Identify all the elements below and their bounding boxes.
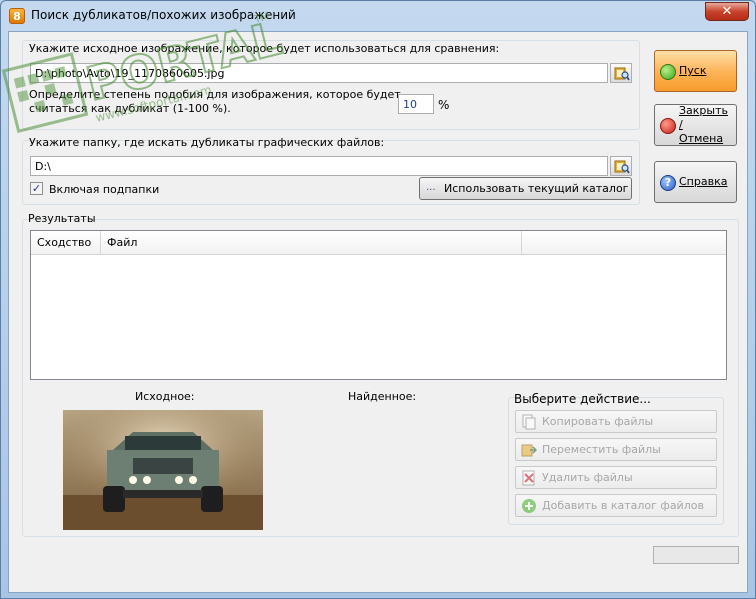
- app-window: 8 Поиск дубликатов/похожих изображений ✕…: [0, 0, 756, 599]
- progress-bar: [653, 546, 739, 564]
- delete-files-label: Удалить файлы: [542, 471, 633, 484]
- help-button-label: Справка: [679, 175, 728, 188]
- cancel-circle-icon: [660, 118, 676, 134]
- source-label: Укажите исходное изображение, которое бу…: [29, 42, 500, 55]
- copy-files-label: Копировать файлы: [542, 415, 654, 428]
- source-path-input[interactable]: D:\photo\Avto\19_1170860605.jpg: [30, 63, 608, 83]
- copy-files-button[interactable]: Копировать файлы: [515, 410, 717, 433]
- dialog-client-area: Укажите исходное изображение, которое бу…: [8, 31, 748, 593]
- include-subfolders-checkbox[interactable]: ✓: [30, 182, 43, 195]
- source-browse-button[interactable]: [610, 63, 632, 83]
- window-title: Поиск дубликатов/похожих изображений: [31, 8, 296, 22]
- add-to-catalog-button[interactable]: Добавить в каталог файлов: [515, 494, 717, 517]
- actions-label: Выберите действие...: [514, 392, 651, 406]
- folder-search-icon: [614, 160, 630, 174]
- move-icon: [521, 444, 537, 457]
- ellipsis-icon: ...: [426, 182, 436, 193]
- results-label: Результаты: [28, 212, 96, 225]
- use-current-folder-button[interactable]: ... Использовать текущий каталог: [419, 177, 632, 200]
- column-header-file[interactable]: Файл: [101, 231, 522, 254]
- add-to-catalog-label: Добавить в каталог файлов: [542, 499, 704, 512]
- results-table-header: Сходство Файл: [31, 231, 726, 255]
- delete-icon: [522, 470, 535, 486]
- move-files-label: Переместить файлы: [542, 443, 661, 456]
- start-button[interactable]: Пуск: [654, 50, 737, 92]
- help-circle-icon: ?: [660, 175, 676, 191]
- app-logo-icon: 8: [9, 8, 25, 24]
- original-image-preview: [63, 410, 263, 530]
- found-preview-label: Найденное:: [348, 390, 417, 403]
- include-subfolders-label: Включая подпапки: [49, 183, 160, 196]
- window-close-button[interactable]: ✕: [705, 2, 749, 21]
- checkmark-icon: ✓: [31, 182, 42, 195]
- help-button[interactable]: ? Справка: [654, 161, 737, 203]
- delete-files-button[interactable]: Удалить файлы: [515, 466, 717, 489]
- folder-search-icon: [614, 67, 630, 81]
- similarity-unit: %: [438, 98, 450, 112]
- original-preview-label: Исходное:: [135, 390, 195, 403]
- close-cancel-label-line2: Отмена: [679, 132, 724, 145]
- close-cancel-button[interactable]: Закрыть / Отмена: [654, 104, 737, 146]
- copy-icon: [522, 414, 536, 430]
- title-bar: 8 Поиск дубликатов/похожих изображений ✕: [1, 1, 755, 31]
- suv-photo-image: [63, 410, 263, 530]
- similarity-label-line1: Определите степень подобия для изображен…: [29, 88, 401, 101]
- add-icon: [522, 499, 536, 513]
- similarity-label-line2: считаться как дубликат (1-100 %).: [29, 102, 231, 115]
- move-files-button[interactable]: Переместить файлы: [515, 438, 717, 461]
- check-circle-icon: [660, 64, 676, 80]
- close-cancel-label: Закрыть / Отмена: [679, 104, 734, 145]
- column-header-similarity[interactable]: Сходство: [31, 231, 101, 254]
- similarity-input[interactable]: 10: [398, 94, 434, 114]
- folder-path-input[interactable]: D:\: [30, 156, 608, 176]
- close-cancel-label-line1: Закрыть /: [679, 104, 728, 131]
- folder-browse-button[interactable]: [610, 156, 632, 176]
- folder-label: Укажите папку, где искать дубликаты граф…: [29, 136, 385, 149]
- start-button-label: Пуск: [679, 64, 707, 77]
- use-current-folder-label: Использовать текущий каталог: [444, 182, 629, 195]
- results-table[interactable]: Сходство Файл: [30, 230, 727, 380]
